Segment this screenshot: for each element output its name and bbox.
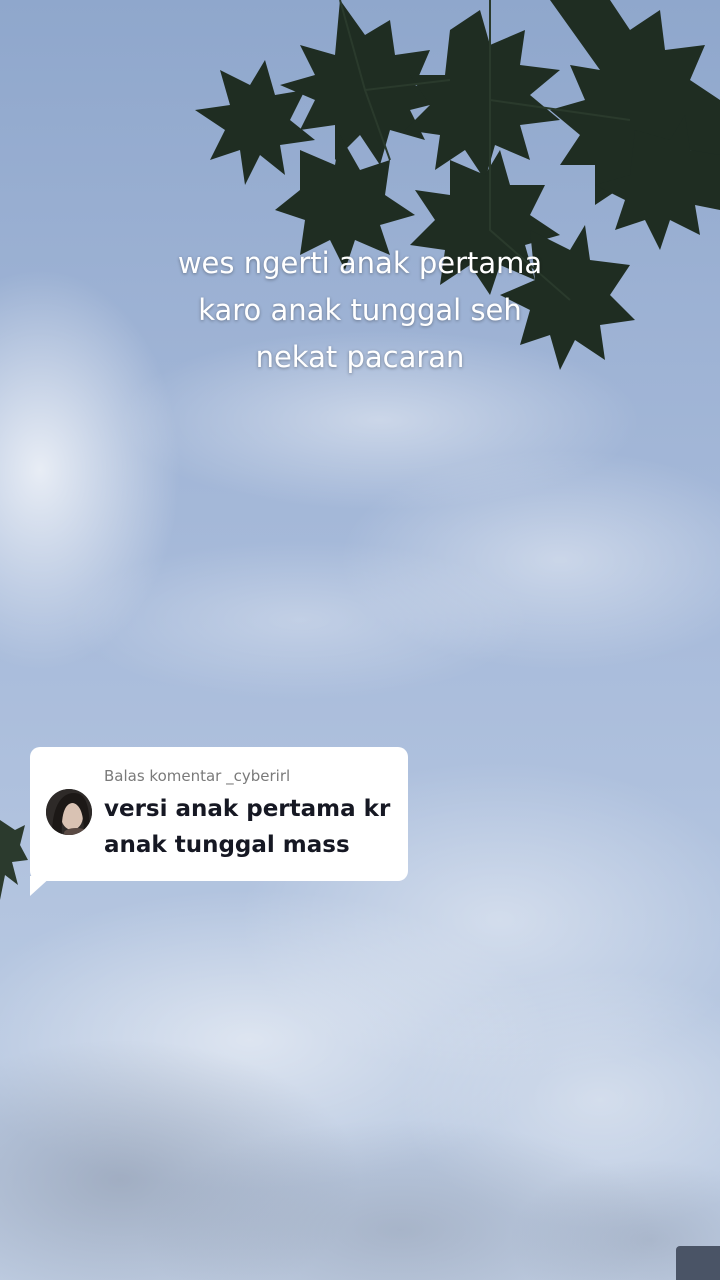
comment-line: versi anak pertama kr: [104, 796, 391, 822]
video-caption: wes ngerti anak pertama karo anak tungga…: [60, 240, 660, 381]
caption-line: wes ngerti anak pertama: [177, 246, 543, 280]
caption-line: karo anak tunggal seh: [198, 293, 522, 327]
comment-line: anak tunggal mass: [104, 832, 350, 858]
bottom-right-object: [676, 1246, 720, 1280]
reply-comment-sticker[interactable]: Balas komentar _cyberirl versi anak pert…: [30, 747, 408, 881]
caption-line: nekat pacaran: [255, 340, 465, 374]
left-leaves-image: [0, 820, 28, 900]
video-screen[interactable]: wes ngerti anak pertama karo anak tungga…: [0, 0, 720, 1280]
reply-comment-text: versi anak pertama kr anak tunggal mass: [104, 791, 398, 863]
avatar-image: [46, 789, 92, 835]
avatar: [46, 789, 92, 835]
reply-bubble-tail: [30, 876, 52, 896]
reply-header: Balas komentar _cyberirl: [104, 767, 291, 785]
